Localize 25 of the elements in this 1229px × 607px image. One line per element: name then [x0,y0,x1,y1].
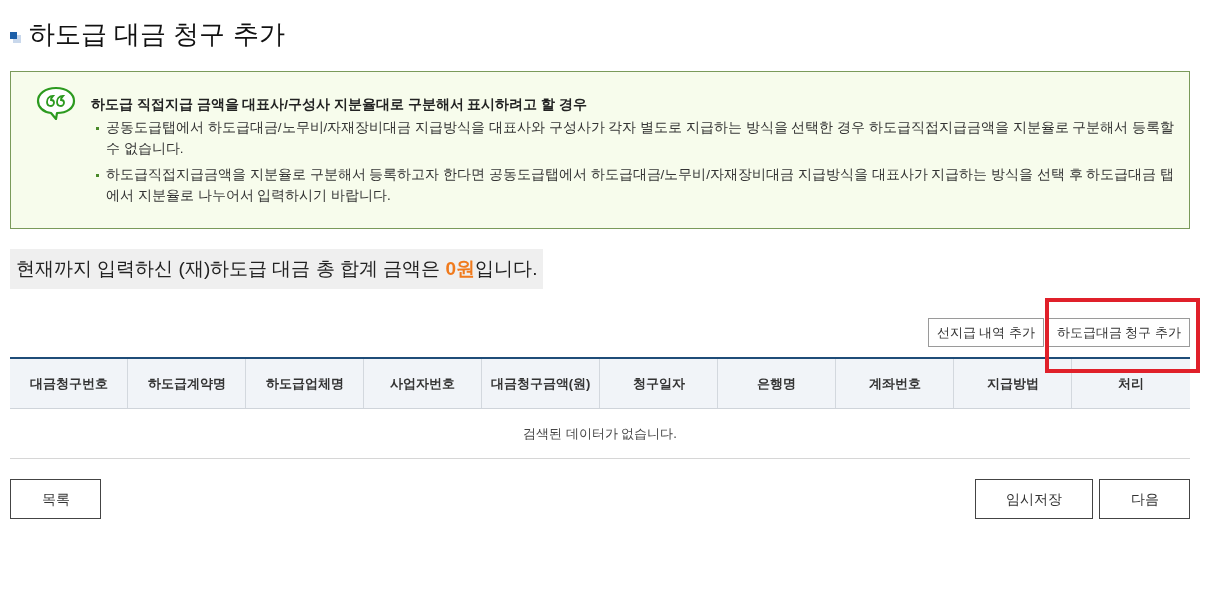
footer-button[interactable]: 다음 [1099,479,1190,519]
column-header: 하도급계약명 [128,359,246,408]
column-header: 하도급업체명 [246,359,364,408]
column-header: 은행명 [718,359,836,408]
total-amount-text: 현재까지 입력하신 (재)하도급 대금 총 합계 금액은 0원입니다. [10,249,544,289]
table-action-button[interactable]: 선지급 내역 추가 [927,318,1044,347]
page-title: 하도급 대금 청구 추가 [29,18,285,50]
column-header: 청구일자 [600,359,718,408]
column-header: 지급방법 [954,359,1072,408]
notice-item-text: 공동도급탭에서 하도급대금/노무비/자재장비대금 지급방식을 대표사와 구성사가 각자 별도로 지급하는 방식을 선택한 경우 하도급직접지급금액을 지분율로 구분해서 등록할 수 없습니다. [106,119,1175,158]
column-header: 사업자번호 [364,359,482,408]
bullet-icon [96,127,99,130]
table-action-button[interactable]: 하도급대금 청구 추가 [1047,318,1190,347]
notice-heading: 하도급 직접지급 금액을 대표사/구성사 지분율대로 구분해서 표시하려고 할 경우 [91,96,588,114]
notice-item-text: 하도급직접지급금액을 지분율로 구분해서 등록하고자 한다면 공동도급탭에서 하도급대금/노무비/자재장비대금 지급방식을 대표사가 지급하는 방식을 선택 후 하도급대금 탭에서 지분율로 나누어서 입력하시기 바랍니다. [106,166,1175,205]
column-header: 처리 [1117,374,1145,393]
list-button[interactable]: 목록 [10,479,101,519]
bullet-icon [96,174,99,177]
column-header: 대금청구번호 [10,359,128,408]
title-bullet-icon [10,31,21,43]
column-header: 대금청구금액(원) [482,359,600,408]
empty-table-message: 검색된 데이터가 없습니다. [523,424,677,443]
quote-bubble-icon [36,86,76,120]
column-header: 계좌번호 [836,359,954,408]
footer-button[interactable]: 임시저장 [975,479,1093,519]
